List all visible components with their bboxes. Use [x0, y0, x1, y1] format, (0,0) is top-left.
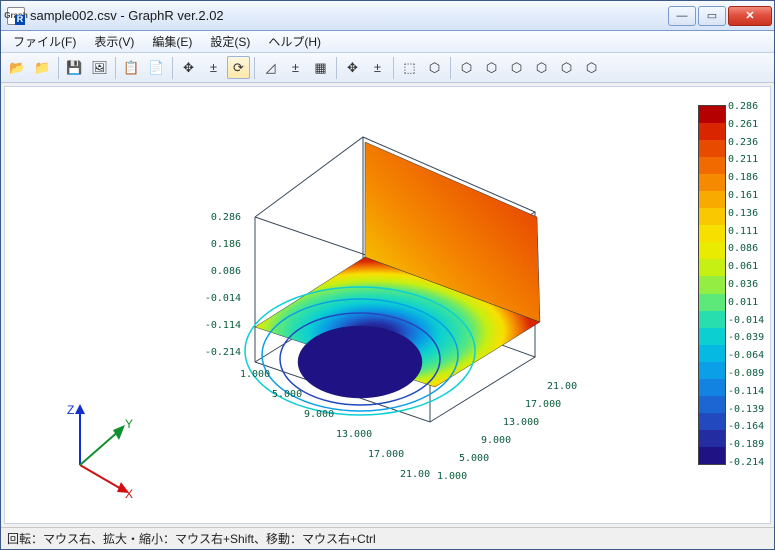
grid-button[interactable]: ▦ — [309, 56, 332, 79]
window-buttons: — ▭ ✕ — [668, 6, 772, 26]
cube-xy-button[interactable]: ⬡ — [455, 56, 478, 79]
app-window: Graph sample002.csv - GraphR ver.2.02 — … — [0, 0, 775, 550]
close-button[interactable]: ✕ — [728, 6, 772, 26]
toolbar-separator — [450, 57, 451, 79]
toolbar-separator — [393, 57, 394, 79]
colorscale-bar — [698, 105, 726, 465]
colorscale-labels: 0.2860.2610.2360.2110.1860.1610.1360.111… — [728, 102, 766, 468]
cube-yz-button[interactable]: ⬡ — [505, 56, 528, 79]
cube-mxz-button[interactable]: ⬡ — [555, 56, 578, 79]
status-bar: 回転：マウス右、拡大・縮小：マウス右+Shift、移動：マウス右+Ctrl — [1, 527, 774, 549]
axis-indicator: Z X Y — [25, 400, 135, 503]
minimize-button[interactable]: — — [668, 6, 696, 26]
cube-xz-button[interactable]: ⬡ — [480, 56, 503, 79]
menu-settings[interactable]: 設定(S) — [202, 31, 258, 52]
axis-y-label: Y — [125, 417, 133, 431]
z-axis-ticks: 0.286 0.186 0.086 -0.014 -0.114 -0.214 — [201, 213, 241, 375]
menu-edit[interactable]: 編集(E) — [144, 31, 200, 52]
toolbar-separator — [58, 57, 59, 79]
screenshot-button[interactable]: 🖼 — [88, 56, 111, 79]
recent-button[interactable]: 📁 — [31, 56, 54, 79]
move-button[interactable]: ✥ — [177, 56, 200, 79]
plus2-button[interactable]: ✥ — [341, 56, 364, 79]
plot-content[interactable]: 0.286 0.186 0.086 -0.014 -0.114 -0.214 1… — [4, 86, 771, 524]
toolbar-separator — [172, 57, 173, 79]
axis-config-button[interactable]: ◿ — [259, 56, 282, 79]
plus3-button[interactable]: ± — [366, 56, 389, 79]
status-text: 回転：マウス右、拡大・縮小：マウス右+Shift、移動：マウス右+Ctrl — [7, 530, 376, 547]
window-title: sample002.csv - GraphR ver.2.02 — [30, 8, 668, 23]
cube1-button[interactable]: ⬡ — [423, 56, 446, 79]
menu-bar: ファイル(F) 表示(V) 編集(E) 設定(S) ヘルプ(H) — [1, 31, 774, 53]
app-icon: Graph — [7, 7, 25, 25]
toolbar-separator — [336, 57, 337, 79]
maximize-button[interactable]: ▭ — [698, 6, 726, 26]
cube-myz-button[interactable]: ⬡ — [580, 56, 603, 79]
toolbar-separator — [115, 57, 116, 79]
toolbar-separator — [254, 57, 255, 79]
axis-z-label: Z — [67, 403, 74, 417]
cube-mxy-button[interactable]: ⬡ — [530, 56, 553, 79]
title-bar: Graph sample002.csv - GraphR ver.2.02 — … — [1, 1, 774, 31]
zoom-button[interactable]: ± — [202, 56, 225, 79]
open-button[interactable]: 📂 — [6, 56, 29, 79]
menu-view[interactable]: 表示(V) — [86, 31, 142, 52]
menu-file[interactable]: ファイル(F) — [5, 31, 84, 52]
axis-x-label: X — [125, 487, 133, 500]
plus-alt-button[interactable]: ± — [284, 56, 307, 79]
save-button[interactable]: 💾 — [63, 56, 86, 79]
reset-view-button[interactable]: ⬚ — [398, 56, 421, 79]
toolbar: 📂 📁 💾 🖼 📋 📄 ✥ ± ⟳ ◿ ± ▦ ✥ ± ⬚ ⬡ ⬡ ⬡ ⬡ ⬡ … — [1, 53, 774, 83]
rotate-button[interactable]: ⟳ — [227, 56, 250, 79]
plot-area[interactable]: 0.286 0.186 0.086 -0.014 -0.114 -0.214 1… — [5, 87, 770, 523]
copy-button[interactable]: 📋 — [120, 56, 143, 79]
menu-help[interactable]: ヘルプ(H) — [260, 31, 329, 52]
form-button[interactable]: 📄 — [145, 56, 168, 79]
